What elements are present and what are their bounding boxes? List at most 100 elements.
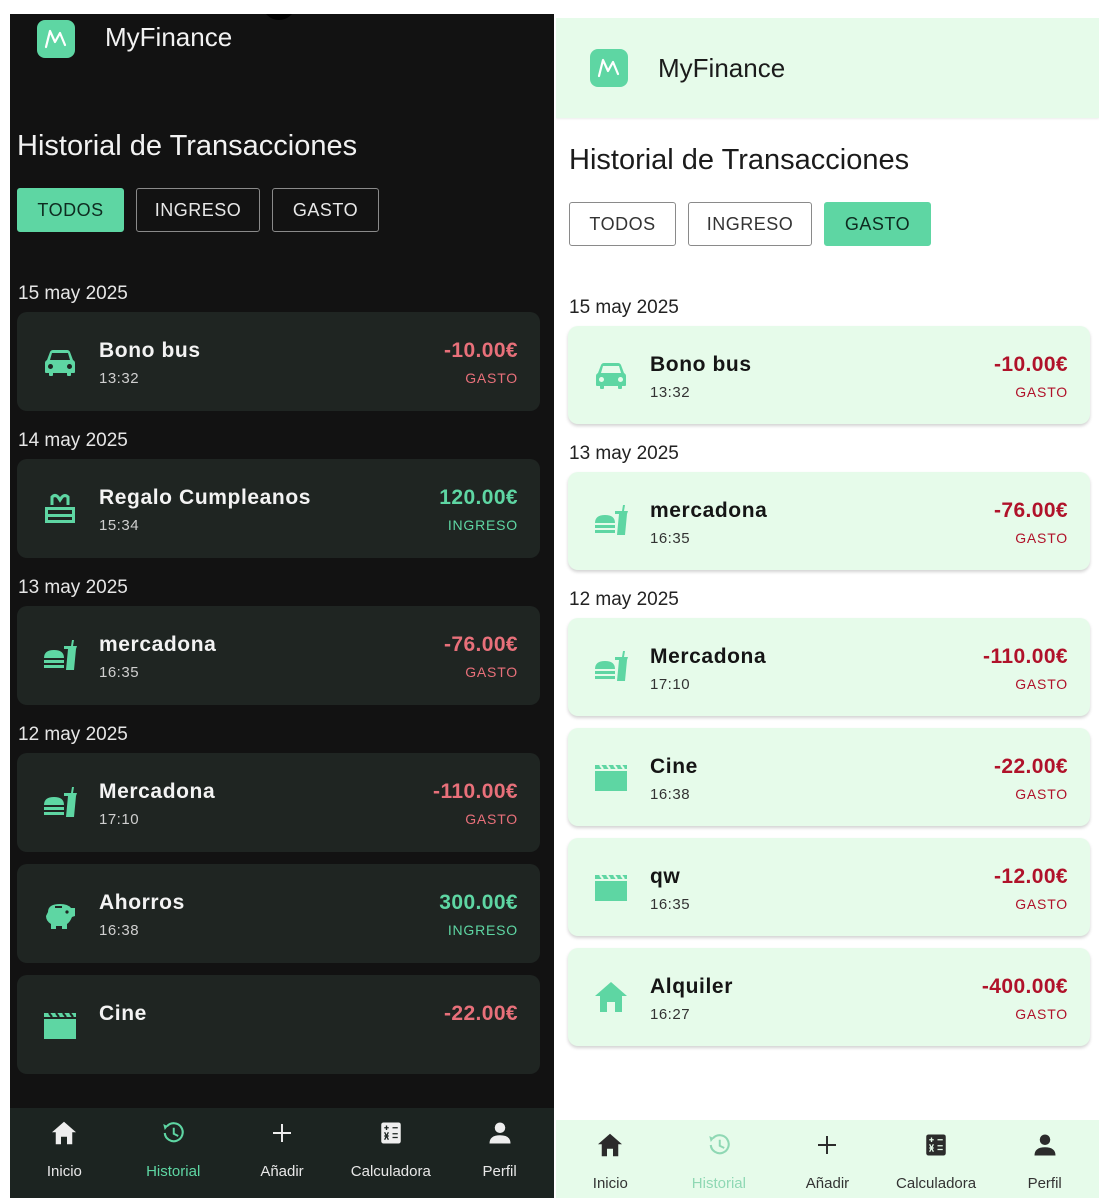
nav-label: Perfil [1027,1175,1062,1192]
app-title: MyFinance [105,22,233,52]
transaction-card-ahorros[interactable]: Ahorros 16:38 300.00€ INGRESO [17,864,540,963]
transaction-card-mercadona[interactable]: mercadona 16:35 -76.00€ GASTO [17,606,540,705]
page-title: Historial de Transacciones [569,144,910,176]
nav-perfil[interactable]: Perfil [990,1120,1099,1198]
transaction-type: GASTO [1015,530,1068,546]
transaction-name: mercadona [650,499,768,522]
transaction-card-mercadona[interactable]: mercadona 16:35 -76.00€ GASTO [568,472,1090,570]
transaction-type: INGRESO [447,922,518,938]
transaction-amount: -76.00€ [993,499,1068,522]
transaction-name: mercadona [99,633,217,656]
transaction-type: GASTO [465,370,518,386]
transaction-card-bono-bus[interactable]: Bono bus 13:32 -10.00€ GASTO [17,312,540,411]
nav-label: Añadir [260,1163,304,1180]
plus-icon [812,1130,842,1165]
transaction-time: 13:32 [650,384,691,401]
transaction-amount: -110.00€ [983,645,1068,668]
bottom-navigation: Inicio Historial Añadir Calculadora Perfil [556,1120,1099,1198]
transaction-card-alquiler[interactable]: Alquiler 16:27 -400.00€ GASTO [568,948,1090,1046]
transaction-type: GASTO [465,811,518,827]
movie-icon [590,866,632,908]
filter-ingreso-button[interactable]: INGRESO [688,202,812,246]
nav-label: Inicio [592,1175,628,1192]
nav-inicio[interactable]: Inicio [10,1108,119,1198]
fastfood-icon [39,782,81,824]
transaction-time: 17:10 [99,811,140,828]
movie-icon [39,1004,81,1046]
nav-historial[interactable]: Historial [119,1108,228,1198]
nav-label: Perfil [482,1163,517,1180]
nav-historial[interactable]: Historial [665,1120,774,1198]
nav-label: Calculadora [896,1175,977,1192]
gift-cake-icon [39,488,81,530]
transaction-type: GASTO [1015,1006,1068,1022]
transaction-card-qw[interactable]: qw 16:35 -12.00€ GASTO [568,838,1090,936]
home-icon [590,976,632,1018]
filter-gasto-button[interactable]: GASTO [272,188,379,232]
transaction-time: 16:35 [650,896,691,913]
transaction-name: Cine [650,755,698,778]
transaction-amount: -10.00€ [993,353,1068,376]
fastfood-icon [590,646,632,688]
date-header: 13 may 2025 [569,443,679,464]
nav-a-adir[interactable]: Añadir [773,1120,882,1198]
transaction-amount: -12.00€ [993,865,1068,888]
transaction-time: 13:32 [99,370,140,387]
transaction-time: 16:35 [650,530,691,547]
transaction-type: GASTO [1015,676,1068,692]
transaction-amount: 300.00€ [439,891,518,914]
nav-calculadora[interactable]: Calculadora [882,1120,991,1198]
transaction-time: 16:27 [650,1006,691,1023]
transaction-type: GASTO [465,664,518,680]
filter-gasto-button[interactable]: GASTO [824,202,931,246]
app-bar: MyFinance [556,18,1099,118]
car-icon [590,354,632,396]
transaction-time: 16:35 [99,664,140,681]
app-logo-icon [37,20,75,58]
nav-label: Añadir [805,1175,850,1192]
nav-perfil[interactable]: Perfil [445,1108,554,1198]
transaction-card-cine[interactable]: Cine 16:38 -22.00€ GASTO [568,728,1090,826]
transaction-card-mercadona[interactable]: Mercadona 17:10 -110.00€ GASTO [568,618,1090,716]
calculator-icon [376,1118,406,1153]
transaction-name: Bono bus [99,339,201,362]
transaction-type: GASTO [1015,384,1068,400]
filter-bar: TODOS INGRESO GASTO [17,188,391,232]
transaction-name: Bono bus [650,353,752,376]
nav-inicio[interactable]: Inicio [556,1120,665,1198]
transaction-type: INGRESO [447,517,518,533]
transaction-card-mercadona[interactable]: Mercadona 17:10 -110.00€ GASTO [17,753,540,852]
date-header: 14 may 2025 [18,430,128,451]
transaction-card-regalo-cumpleanos[interactable]: Regalo Cumpleanos 15:34 120.00€ INGRESO [17,459,540,558]
transaction-card-bono-bus[interactable]: Bono bus 13:32 -10.00€ GASTO [568,326,1090,424]
filter-todos-button[interactable]: TODOS [17,188,124,232]
home-icon [49,1118,79,1153]
transaction-amount: -76.00€ [443,633,518,656]
date-header: 13 may 2025 [18,577,128,598]
nav-label: Historial [146,1163,201,1180]
filter-bar: TODOS INGRESO GASTO [569,202,943,246]
nav-calculadora[interactable]: Calculadora [336,1108,445,1198]
date-header: 15 may 2025 [18,283,128,304]
nav-a-adir[interactable]: Añadir [228,1108,337,1198]
transaction-card-cine[interactable]: Cine -22.00€ [17,975,540,1074]
car-icon [39,341,81,383]
transaction-amount: -10.00€ [443,339,518,362]
app-bar: MyFinance [10,14,554,104]
transaction-name: Alquiler [650,975,733,998]
transaction-list: 15 may 2025 Bono bus 13:32 -10.00€ GASTO 14 m… [10,276,554,1086]
transaction-time: 16:38 [99,922,140,939]
person-icon [485,1118,515,1153]
filter-ingreso-button[interactable]: INGRESO [136,188,260,232]
date-header: 12 may 2025 [569,589,679,610]
transaction-amount: -22.00€ [443,1002,518,1025]
date-header: 15 may 2025 [569,297,679,318]
bottom-navigation: Inicio Historial Añadir Calculadora Perfil [10,1108,554,1198]
nav-label: Calculadora [350,1163,431,1180]
transaction-time: 17:10 [650,676,691,693]
transaction-name: qw [650,865,681,888]
movie-icon [590,756,632,798]
home-icon [595,1130,625,1165]
filter-todos-button[interactable]: TODOS [569,202,676,246]
nav-label: Historial [691,1175,746,1192]
